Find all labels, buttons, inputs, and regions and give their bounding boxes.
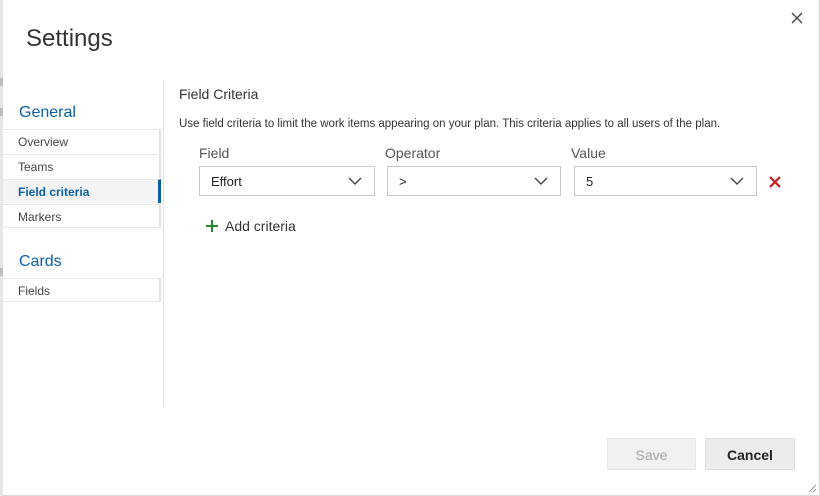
chevron-down-icon [348, 177, 362, 185]
sidebar-item-fields[interactable]: Fields [3, 278, 161, 302]
field-dropdown[interactable]: Effort [199, 166, 375, 196]
plus-icon [206, 220, 218, 232]
settings-sidebar: General Overview Teams Field criteria Ma… [3, 80, 163, 408]
operator-dropdown[interactable]: > [387, 166, 561, 196]
cancel-button[interactable]: Cancel [705, 438, 795, 470]
add-criteria-button[interactable]: Add criteria [205, 216, 296, 236]
close-button[interactable] [787, 8, 807, 28]
sidebar-divider [163, 80, 164, 406]
resize-grip-icon[interactable] [807, 483, 817, 493]
panel-description: Use field criteria to limit the work ite… [179, 118, 721, 130]
chevron-down-icon [730, 177, 744, 185]
sidebar-item-teams[interactable]: Teams [3, 154, 161, 178]
column-label-operator: Operator [385, 145, 441, 161]
sidebar-item-overview[interactable]: Overview [3, 129, 161, 153]
sidebar-item-field-criteria[interactable]: Field criteria [3, 179, 161, 203]
sidebar-item-markers[interactable]: Markers [3, 204, 161, 228]
section-title-general: General [19, 104, 76, 121]
save-button[interactable]: Save [607, 438, 696, 470]
section-title-cards: Cards [19, 253, 62, 270]
remove-criteria-button[interactable] [768, 175, 782, 189]
remove-icon [769, 176, 781, 188]
settings-dialog: Settings General Overview Teams Field cr… [3, 0, 820, 496]
field-dropdown-value: Effort [211, 174, 242, 189]
operator-dropdown-value: > [399, 174, 407, 189]
value-dropdown[interactable]: 5 [574, 166, 757, 196]
value-dropdown-value: 5 [586, 174, 594, 189]
dialog-title: Settings [26, 25, 113, 52]
close-icon [791, 12, 803, 24]
chevron-down-icon [534, 177, 548, 185]
panel-title: Field Criteria [179, 86, 259, 102]
add-criteria-label: Add criteria [225, 218, 296, 234]
column-label-value: Value [571, 145, 606, 161]
column-label-field: Field [199, 145, 230, 161]
